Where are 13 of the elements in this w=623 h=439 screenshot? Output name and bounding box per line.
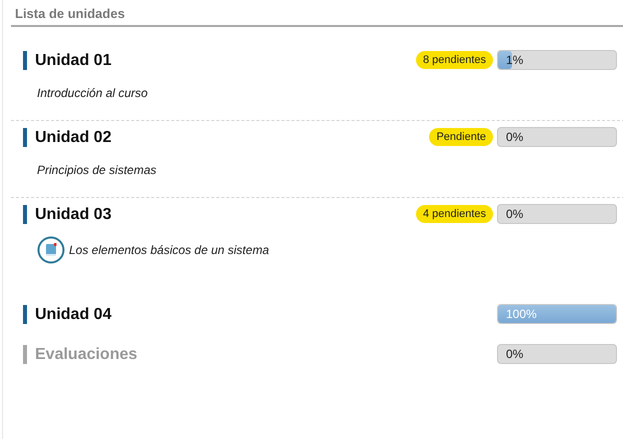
panel-title: Lista de unidades (11, 0, 623, 27)
pending-badge: 4 pendientes (416, 205, 493, 223)
progress-reading: 1% (506, 53, 524, 67)
unit-description: Introducción al curso (36, 86, 149, 100)
pending-badge: 8 pendientes (416, 51, 493, 69)
progress-reading: 0% (506, 347, 524, 361)
progress-reading: 0% (506, 130, 524, 144)
unit-description: Principios de sistemas (36, 163, 158, 177)
book-icon (37, 236, 65, 264)
pending-badge: Pendiente (429, 128, 493, 146)
progress-reading: 100% (506, 307, 537, 321)
lesson-link[interactable]: Los elementos básicos de un sistema (69, 243, 270, 257)
progress-reading: 0% (506, 207, 524, 221)
